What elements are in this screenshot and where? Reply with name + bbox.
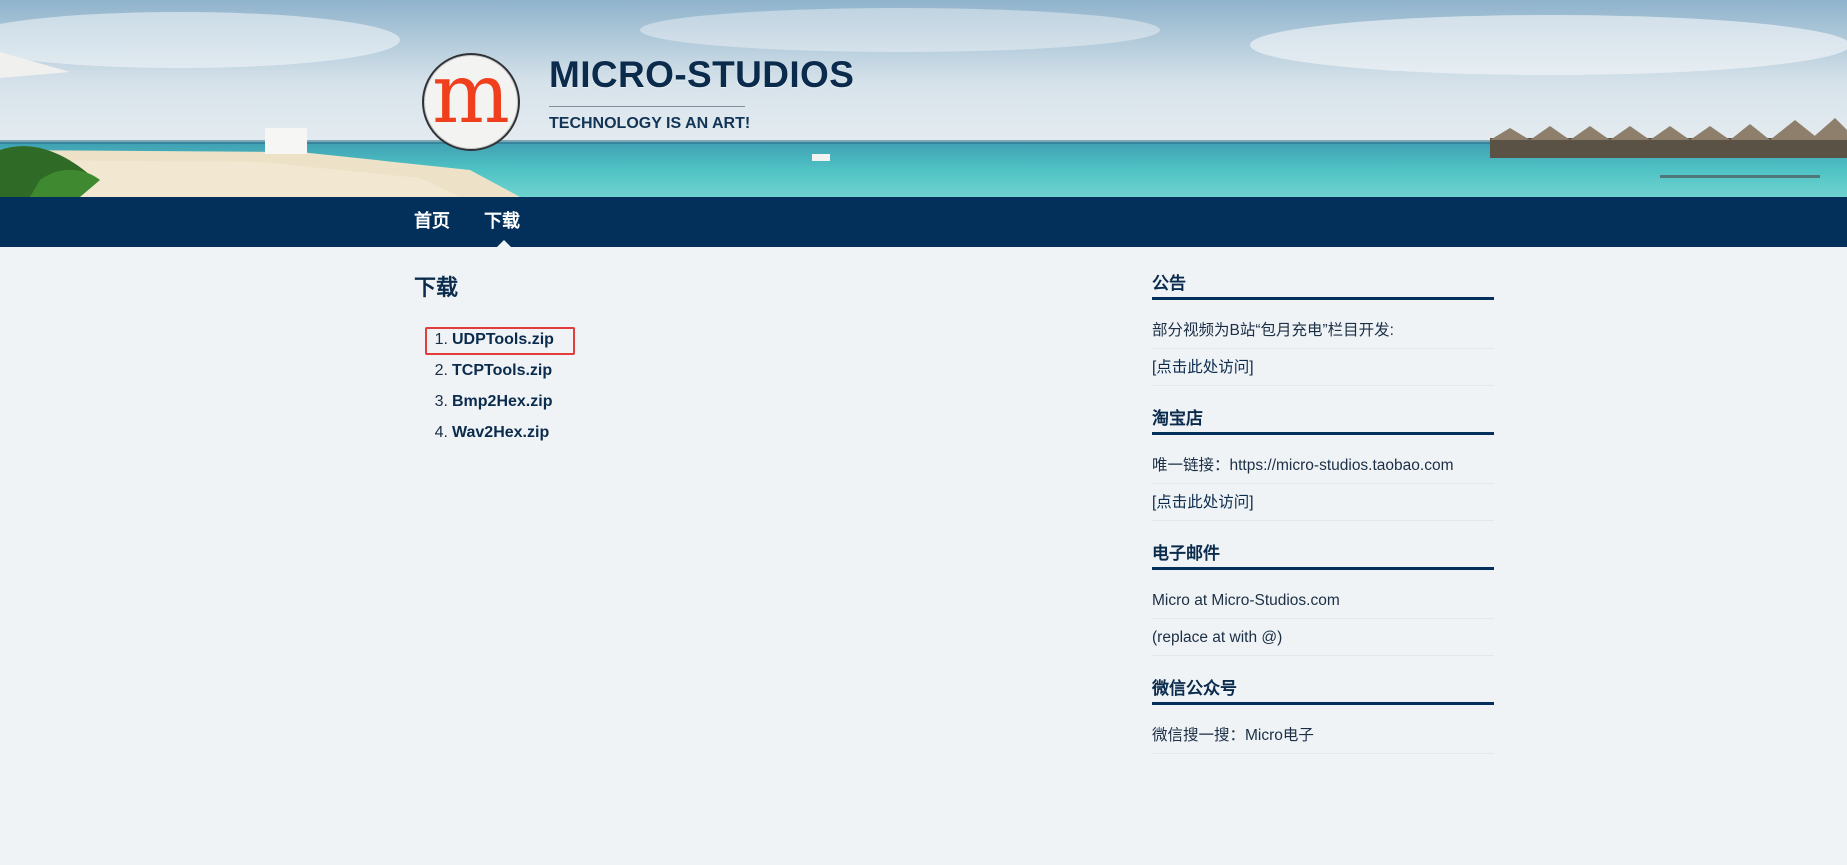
announcement-link-row: [点击此处访问] <box>1152 349 1494 386</box>
list-number: 3. <box>434 393 448 410</box>
email-address: Micro at Micro-Studios.com <box>1152 582 1494 619</box>
active-nav-indicator <box>497 240 511 247</box>
taobao-text: 唯一链接：https://micro-studios.taobao.com <box>1152 447 1494 484</box>
taobao-link[interactable]: [点击此处访问] <box>1152 494 1254 511</box>
site-tagline: TECHNOLOGY IS AN ART! <box>549 115 751 132</box>
main-content: 下载 1. UDPTools.zip 2. TCPTools.zip 3. Bmp2H… <box>414 270 1014 452</box>
widget-announcement: 公告 部分视频为B站“包月充电”栏目开发: [点击此处访问] <box>1152 272 1494 386</box>
download-list: 1. UDPTools.zip 2. TCPTools.zip 3. Bmp2Hex.… <box>414 327 1014 452</box>
site-logo[interactable]: m <box>422 53 520 151</box>
download-item: 4. Wav2Hex.zip <box>414 421 1014 452</box>
nav-item-home[interactable]: 首页 <box>414 197 450 247</box>
download-item: 3. Bmp2Hex.zip <box>414 390 1014 421</box>
widget-wechat: 微信公众号 微信搜一搜：Micro电子 <box>1152 677 1494 754</box>
download-link-udptools[interactable]: UDPTools.zip <box>452 331 554 348</box>
sidebar: 公告 部分视频为B站“包月充电”栏目开发: [点击此处访问] 淘宝店 唯一链接：… <box>1152 272 1494 754</box>
widget-title-email: 电子邮件 <box>1152 542 1494 570</box>
widget-email: 电子邮件 Micro at Micro-Studios.com (replace… <box>1152 542 1494 656</box>
email-note: (replace at with @) <box>1152 619 1494 656</box>
list-number: 2. <box>434 362 448 379</box>
announcement-text: 部分视频为B站“包月充电”栏目开发: <box>1152 312 1494 349</box>
download-link-tcptools[interactable]: TCPTools.zip <box>452 362 552 379</box>
beach-scene-image <box>0 0 1847 197</box>
logo-letter: m <box>432 47 510 142</box>
site-title[interactable]: MICRO-STUDIOS <box>549 54 854 96</box>
page-title: 下载 <box>414 276 459 301</box>
widget-title-wechat: 微信公众号 <box>1152 677 1494 705</box>
widget-taobao: 淘宝店 唯一链接：https://micro-studios.taobao.co… <box>1152 407 1494 521</box>
header-banner: m MICRO-STUDIOS TECHNOLOGY IS AN ART! <box>0 0 1847 197</box>
taobao-link-row: [点击此处访问] <box>1152 484 1494 521</box>
download-item: 1. UDPTools.zip <box>414 327 1014 359</box>
download-item: 2. TCPTools.zip <box>414 359 1014 390</box>
list-number: 4. <box>434 424 448 441</box>
widget-title-taobao: 淘宝店 <box>1152 407 1494 435</box>
download-link-wav2hex[interactable]: Wav2Hex.zip <box>452 424 549 441</box>
list-number: 1. <box>434 331 448 348</box>
widget-title-announcement: 公告 <box>1152 272 1494 300</box>
wechat-text: 微信搜一搜：Micro电子 <box>1152 717 1494 754</box>
title-divider <box>549 106 745 107</box>
download-link-bmp2hex[interactable]: Bmp2Hex.zip <box>452 393 552 410</box>
announcement-link[interactable]: [点击此处访问] <box>1152 359 1254 376</box>
main-nav: 首页 下载 <box>0 197 1847 247</box>
